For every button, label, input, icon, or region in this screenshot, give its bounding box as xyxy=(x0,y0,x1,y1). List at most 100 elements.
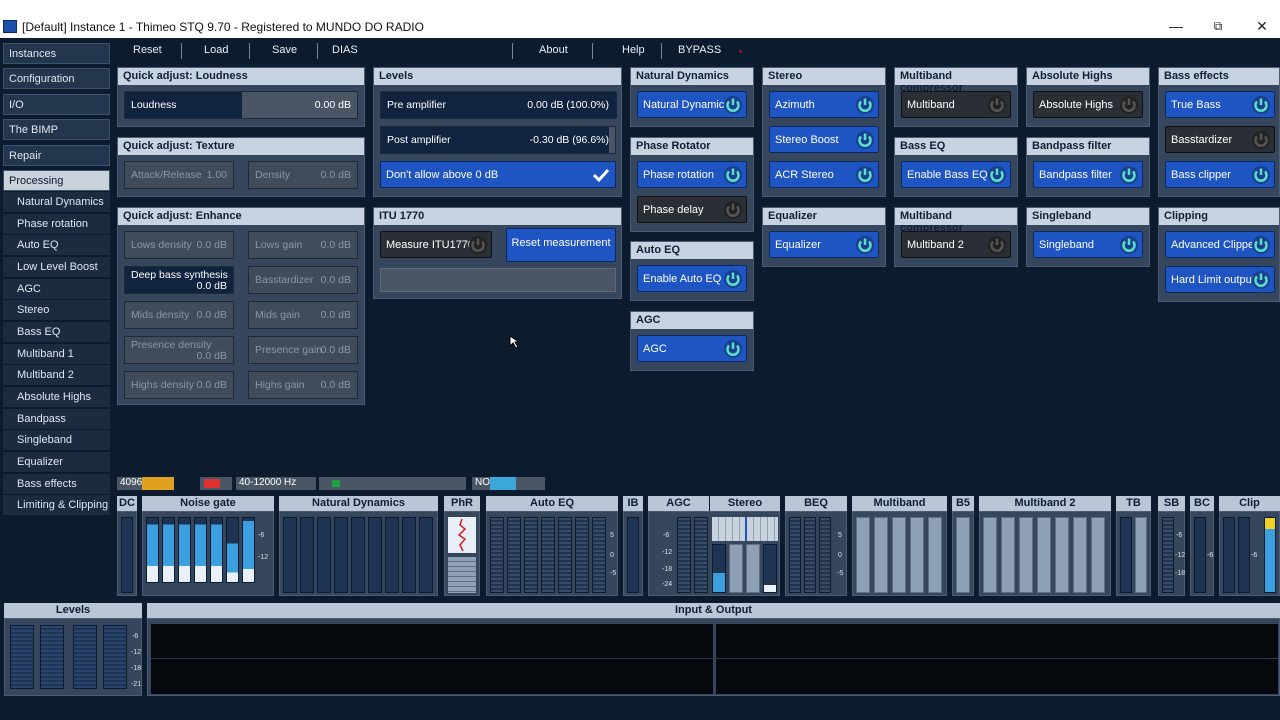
presence-density-slider[interactable]: Presence density 0.0 dB xyxy=(124,336,234,364)
menu-bypass[interactable]: BYPASS xyxy=(678,44,721,56)
mids-gain-slider[interactable]: Mids gain 0.0 dB xyxy=(248,301,358,329)
sidebar-item-bimp[interactable]: The BIMP xyxy=(3,119,110,140)
bandpass-filter-toggle[interactable]: Bandpass filter xyxy=(1033,161,1143,188)
restore-button[interactable]: ⧉ xyxy=(1208,19,1228,34)
basstardizer-slider[interactable]: Basstardizer 0.0 dB xyxy=(248,266,358,294)
equalizer-toggle[interactable]: Equalizer xyxy=(769,231,879,258)
loudness-slider[interactable]: Loudness 0.00 dB xyxy=(124,91,358,119)
toggle-label: Natural Dynamics xyxy=(643,99,730,111)
meter-header-dc: DC xyxy=(117,496,137,511)
sidebar-sub-agc[interactable]: AGC xyxy=(3,279,110,300)
slider-value: 0.0 dB xyxy=(196,350,227,362)
slider-label: Attack/Release xyxy=(131,169,202,181)
itu-readout xyxy=(380,268,616,292)
enable-auto-eq-toggle[interactable]: Enable Auto EQ xyxy=(637,265,747,292)
natural-dynamics-toggle[interactable]: Natural Dynamics xyxy=(637,91,747,118)
slider-value: -0.30 dB (96.6%) xyxy=(529,134,609,146)
sidebar-sub-bandpass[interactable]: Bandpass xyxy=(3,409,110,430)
highs-density-slider[interactable]: Highs density 0.0 dB xyxy=(124,371,234,399)
panel-singleband: Singleband Singleband xyxy=(1026,207,1150,267)
sidebar-item-instances[interactable]: Instances xyxy=(3,43,110,64)
meter-header-multiband-2: Multiband 2 xyxy=(979,496,1111,511)
attack-release-slider[interactable]: Attack/Release 1.00 xyxy=(124,161,234,189)
singleband-toggle[interactable]: Singleband xyxy=(1033,231,1143,258)
phase-rotation-toggle[interactable]: Phase rotation xyxy=(637,161,747,188)
menu-help[interactable]: Help xyxy=(622,44,645,56)
menu-reset[interactable]: Reset xyxy=(133,44,162,56)
fft-size-indicator[interactable]: 4096 xyxy=(117,477,174,490)
acr-stereo-toggle[interactable]: ACR Stereo xyxy=(769,161,879,188)
mids-density-slider[interactable]: Mids density 0.0 dB xyxy=(124,301,234,329)
sidebar-sub-equalizer[interactable]: Equalizer xyxy=(3,452,110,473)
sidebar-sub-stereo[interactable]: Stereo xyxy=(3,300,110,321)
slider-value: 0.0 dB xyxy=(320,239,351,251)
highs-gain-slider[interactable]: Highs gain 0.0 dB xyxy=(248,371,358,399)
sidebar-sub-limiting-clipping[interactable]: Limiting & Clipping xyxy=(3,495,110,516)
bass-clipper-toggle[interactable]: Bass clipper xyxy=(1165,161,1275,188)
stereo-boost-toggle[interactable]: Stereo Boost xyxy=(769,126,879,153)
sidebar-sub-phase-rotation[interactable]: Phase rotation xyxy=(3,214,110,235)
sidebar-sub-bass-effects[interactable]: Bass effects xyxy=(3,474,110,495)
panel-title: Multiband compressor xyxy=(895,208,1017,234)
checkbox-label: Don't allow above 0 dB xyxy=(386,169,499,181)
hard-limit-output-toggle[interactable]: Hard Limit output xyxy=(1165,266,1275,293)
toggle-label: Multiband xyxy=(907,99,955,111)
menu-save[interactable]: Save xyxy=(272,44,297,56)
sidebar-sub-auto-eq[interactable]: Auto EQ xyxy=(3,235,110,256)
panel-equalizer: Equalizer Equalizer xyxy=(762,207,886,267)
sidebar-sub-bass-eq[interactable]: Bass EQ xyxy=(3,322,110,343)
power-icon xyxy=(856,236,874,254)
pre-amplifier-slider[interactable]: Pre amplifier 0.00 dB (100.0%) xyxy=(380,91,617,119)
slider-value: 0.0 dB xyxy=(196,309,227,321)
density-slider[interactable]: Density 0.0 dB xyxy=(248,161,358,189)
slider-value: 0.0 dB xyxy=(320,169,351,181)
sidebar-item-io[interactable]: I/O xyxy=(3,94,110,115)
panel-levels: Levels Pre amplifier 0.00 dB (100.0%) Pos… xyxy=(373,67,622,197)
panel-title: Levels xyxy=(374,68,621,85)
true-bass-toggle[interactable]: True Bass xyxy=(1165,91,1275,118)
measure-itu1770-toggle[interactable]: Measure ITU1770 xyxy=(380,231,492,258)
meter-bc: -6 xyxy=(1190,511,1214,596)
close-button[interactable]: ✕ xyxy=(1252,18,1272,35)
slider-label: Mids gain xyxy=(255,309,300,321)
azimuth-toggle[interactable]: Azimuth xyxy=(769,91,879,118)
menu-dias[interactable]: DIAS xyxy=(332,44,358,56)
phase-delay-toggle[interactable]: Phase delay xyxy=(637,196,747,223)
multiband-toggle[interactable]: Multiband xyxy=(901,91,1011,118)
lows-gain-slider[interactable]: Lows gain 0.0 dB xyxy=(248,231,358,259)
presence-gain-slider[interactable]: Presence gain 0.0 dB xyxy=(248,336,358,364)
meter-header-multiband: Multiband xyxy=(852,496,947,511)
lows-density-slider[interactable]: Lows density 0.0 dB xyxy=(124,231,234,259)
basstardizer-toggle[interactable]: Basstardizer xyxy=(1165,126,1275,153)
deep-bass-synthesis-slider[interactable]: Deep bass synthesis 0.0 dB xyxy=(124,266,234,294)
absolute-highs-toggle[interactable]: Absolute Highs xyxy=(1033,91,1143,118)
minimize-button[interactable]: — xyxy=(1166,18,1186,34)
meter-dc xyxy=(117,511,137,596)
toggle-label: Bass clipper xyxy=(1171,169,1231,181)
post-amplifier-slider[interactable]: Post amplifier -0.30 dB (96.6%) xyxy=(380,126,616,154)
sidebar-item-processing[interactable]: Processing xyxy=(3,170,110,191)
panel-title: Equalizer xyxy=(763,208,885,225)
sidebar-sub-multiband-1[interactable]: Multiband 1 xyxy=(3,344,110,365)
menu-load[interactable]: Load xyxy=(204,44,228,56)
sidebar-item-repair[interactable]: Repair xyxy=(3,145,110,166)
advanced-clipper-toggle[interactable]: Advanced Clipper xyxy=(1165,231,1275,258)
sidebar-sub-multiband-2[interactable]: Multiband 2 xyxy=(3,365,110,386)
meter-header-ib: IB xyxy=(623,496,643,511)
power-icon xyxy=(1120,236,1138,254)
sidebar-sub-natural-dynamics[interactable]: Natural Dynamics xyxy=(3,192,110,213)
sidebar-sub-low-level-boost[interactable]: Low Level Boost xyxy=(3,257,110,278)
multiband-2-toggle[interactable]: Multiband 2 xyxy=(901,231,1011,258)
dont-allow-above-0db-checkbox[interactable]: Don't allow above 0 dB xyxy=(380,161,616,188)
menu-separator xyxy=(181,43,182,59)
agc-toggle[interactable]: AGC xyxy=(637,335,747,362)
sidebar-sub-singleband[interactable]: Singleband xyxy=(3,430,110,451)
menu-about[interactable]: About xyxy=(539,44,568,56)
meter-header-sb: SB xyxy=(1158,496,1185,511)
sidebar-sub-absolute-highs[interactable]: Absolute Highs xyxy=(3,387,110,408)
meter-b5 xyxy=(952,511,974,596)
sidebar-item-configuration[interactable]: Configuration xyxy=(3,68,110,89)
slider-label: Lows gain xyxy=(255,239,303,251)
enable-bass-eq-toggle[interactable]: Enable Bass EQ xyxy=(901,161,1011,188)
reset-measurement-button[interactable]: Reset measurement xyxy=(506,228,616,262)
